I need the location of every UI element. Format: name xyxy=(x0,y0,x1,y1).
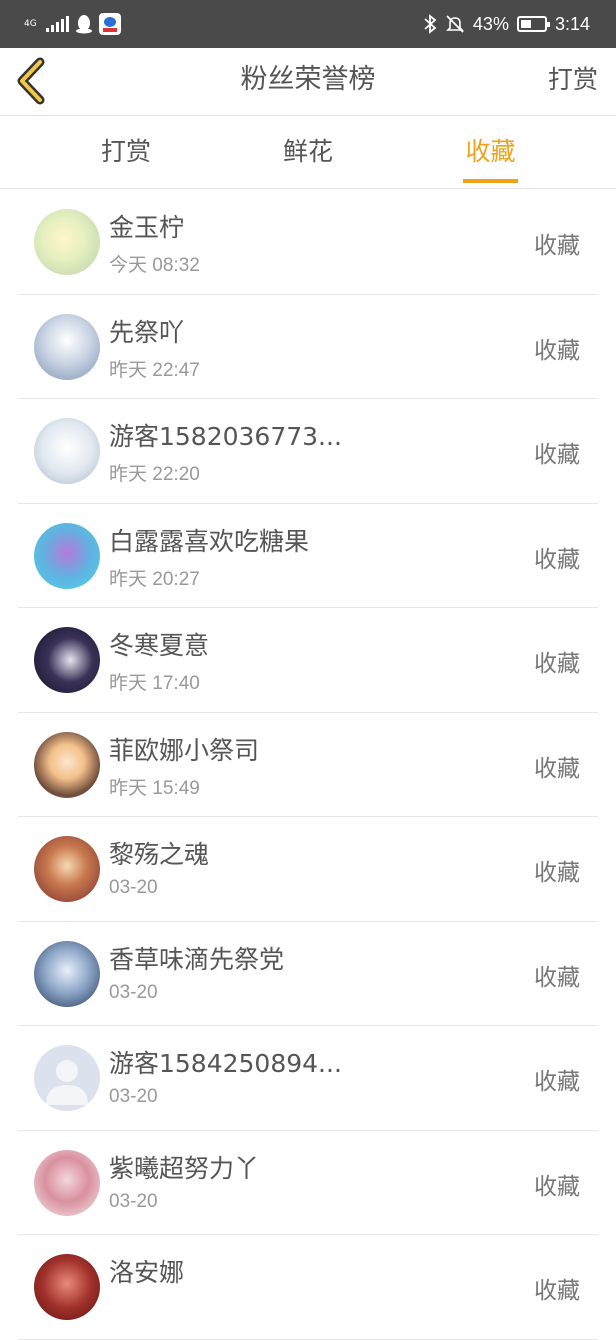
fan-name: 菲欧娜小祭司 xyxy=(109,735,260,765)
fan-action: 收藏 xyxy=(534,755,580,782)
fan-time: 昨天 15:49 xyxy=(109,777,200,799)
avatar[interactable] xyxy=(34,313,100,380)
signal-icon xyxy=(46,16,69,32)
tab-reward[interactable]: 打赏 xyxy=(74,116,178,188)
fan-name: 黎殇之魂 xyxy=(109,840,210,869)
fan-time: 昨天 22:47 xyxy=(109,359,200,381)
fan-time: 03-20 xyxy=(109,1190,158,1212)
fan-name: 香草味滴先祭党 xyxy=(109,944,285,974)
page-title: 粉丝荣誉榜 xyxy=(240,64,376,95)
list-item[interactable]: 白露露喜欢吃糖果 昨天 20:27 收藏 xyxy=(18,504,598,608)
battery-percent: 43% xyxy=(472,13,509,34)
bluetooth-icon xyxy=(424,14,437,34)
top-bar: 粉丝荣誉榜 打赏 xyxy=(0,48,616,116)
status-right: 43% 3:14 xyxy=(423,12,590,36)
tab-flowers[interactable]: 鲜花 xyxy=(256,116,360,188)
reward-button[interactable]: 打赏 xyxy=(548,48,598,116)
fan-time: 昨天 17:40 xyxy=(109,673,200,694)
fan-action: 收藏 xyxy=(534,1069,580,1095)
fan-action: 收藏 xyxy=(534,1173,580,1200)
status-left: 4G xyxy=(24,12,121,36)
tab-reward-label: 打赏 xyxy=(100,137,151,166)
avatar[interactable] xyxy=(34,522,100,589)
list-item[interactable]: 菲欧娜小祭司 昨天 15:49 收藏 xyxy=(18,713,598,817)
tab-bar: 打赏 鲜花 收藏 xyxy=(0,116,616,189)
fan-time: 03-20 xyxy=(109,1086,158,1107)
person-icon xyxy=(46,1060,88,1105)
status-bar: 4G 43% 3:14 xyxy=(0,0,616,48)
qq-icon xyxy=(76,15,92,34)
fan-time: 昨天 22:20 xyxy=(109,464,200,485)
fan-name: 洛安娜 xyxy=(109,1258,185,1287)
list-item[interactable]: 香草味滴先祭党 03-20 收藏 xyxy=(18,922,598,1026)
fan-action: 收藏 xyxy=(534,1278,580,1304)
list-item[interactable]: 金玉柠 今天 08:32 收藏 xyxy=(18,190,598,295)
network-type: 4G xyxy=(24,18,37,29)
fan-action: 收藏 xyxy=(534,546,580,573)
fan-name: 冬寒夏意 xyxy=(109,631,210,660)
fan-time: 今天 08:32 xyxy=(109,255,200,276)
fan-name: 游客1584250894... xyxy=(109,1049,342,1078)
list-item[interactable]: 游客1582036773... 昨天 22:20 收藏 xyxy=(18,399,598,504)
avatar[interactable] xyxy=(34,418,100,484)
avatar-default-icon[interactable] xyxy=(34,1045,100,1111)
fan-action: 收藏 xyxy=(534,860,580,886)
fan-action: 收藏 xyxy=(534,233,580,259)
fan-time: 昨天 20:27 xyxy=(109,568,200,590)
fan-name: 游客1582036773... xyxy=(109,422,342,451)
fan-action: 收藏 xyxy=(534,442,580,468)
fan-name: 白露露喜欢吃糖果 xyxy=(109,526,310,556)
avatar[interactable] xyxy=(34,731,100,798)
battery-icon xyxy=(516,16,550,32)
fan-name: 紫曦超努力丫 xyxy=(109,1153,260,1183)
list-item[interactable]: 洛安娜 收藏 xyxy=(18,1235,598,1340)
fan-action: 收藏 xyxy=(534,964,580,991)
avatar[interactable] xyxy=(34,1149,100,1216)
list-item[interactable]: 紫曦超努力丫 03-20 收藏 xyxy=(18,1131,598,1235)
fan-time: 03-20 xyxy=(109,877,158,898)
avatar[interactable] xyxy=(34,836,100,902)
fan-name: 金玉柠 xyxy=(109,213,185,242)
fan-action: 收藏 xyxy=(534,337,580,364)
app-notification-icon xyxy=(99,13,121,35)
tab-favorites-label: 收藏 xyxy=(465,137,516,166)
list-item[interactable]: 先祭吖 昨天 22:47 收藏 xyxy=(18,295,598,399)
tab-active-indicator xyxy=(463,179,518,183)
clock: 3:14 xyxy=(554,13,590,34)
fan-list: 金玉柠 今天 08:32 收藏 先祭吖 昨天 22:47 收藏 游客158203… xyxy=(18,190,598,1340)
list-item[interactable]: 游客1584250894... 03-20 收藏 xyxy=(18,1026,598,1131)
list-item[interactable]: 黎殇之魂 03-20 收藏 xyxy=(18,817,598,922)
avatar[interactable] xyxy=(34,209,100,275)
avatar[interactable] xyxy=(34,940,100,1007)
avatar[interactable] xyxy=(34,1254,100,1320)
fan-action: 收藏 xyxy=(534,651,580,677)
tab-favorites[interactable]: 收藏 xyxy=(463,116,518,188)
fan-time: 03-20 xyxy=(109,981,158,1003)
avatar[interactable] xyxy=(34,627,100,693)
fan-name: 先祭吖 xyxy=(109,317,185,347)
mute-bell-icon xyxy=(445,15,464,33)
list-item[interactable]: 冬寒夏意 昨天 17:40 收藏 xyxy=(18,608,598,713)
tab-flowers-label: 鲜花 xyxy=(282,137,333,166)
